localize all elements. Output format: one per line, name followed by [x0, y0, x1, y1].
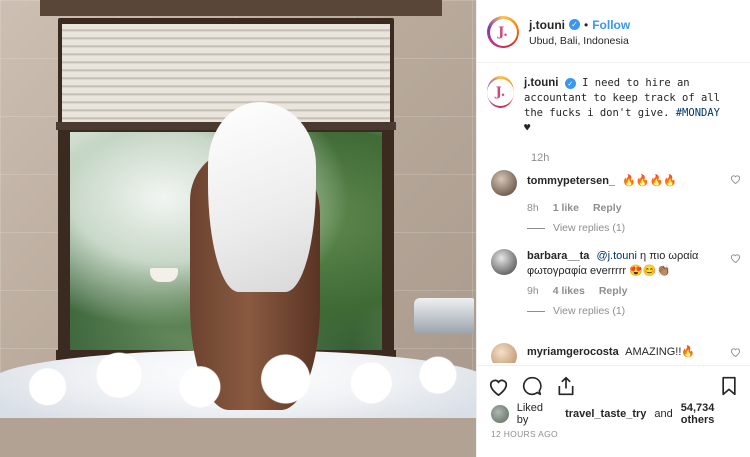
curtain-rod: [40, 0, 442, 16]
follow-button[interactable]: Follow: [592, 18, 630, 32]
caption-text: j.touni ✓ I need to hire an accountant t…: [524, 76, 743, 136]
action-bar: [487, 374, 740, 398]
comment-row: barbara__ta @j.touni η πιο ωραία φωτογρα…: [491, 249, 741, 279]
commenter-username[interactable]: myriamgerocosta: [527, 346, 619, 358]
heart-icon[interactable]: [487, 375, 509, 397]
separator-dot: •: [584, 17, 589, 32]
hair-towel: [208, 102, 316, 292]
liker-avatar[interactable]: [491, 405, 509, 423]
comment: myriamgerocosta AMAZING!!🔥: [491, 343, 741, 363]
actions-divider: [477, 365, 750, 366]
verified-badge-icon: ✓: [564, 78, 576, 89]
view-replies-line: [527, 310, 545, 312]
comment-age: 9h: [527, 285, 539, 297]
post-timestamp: 12 HOURS AGO: [491, 429, 558, 439]
commenter-username[interactable]: tommypetersen_: [527, 175, 615, 187]
liked-prefix: Liked by: [516, 402, 544, 426]
reply-button[interactable]: Reply: [593, 202, 622, 214]
comment-likes[interactable]: 1 like: [553, 202, 579, 214]
comment-likes[interactable]: 4 likes: [553, 285, 585, 297]
commenter-avatar[interactable]: [491, 249, 517, 275]
window-blinds: [62, 24, 390, 126]
caption-avatar[interactable]: J.: [487, 76, 514, 108]
heart-icon[interactable]: [729, 174, 741, 187]
comment-text: AMAZING!!🔥: [625, 346, 696, 358]
comment-age: 8h: [527, 202, 539, 214]
bookmark-icon[interactable]: [718, 375, 740, 397]
heart-icon[interactable]: [729, 253, 741, 266]
view-replies-label: View replies (1): [553, 305, 626, 317]
header-divider: [477, 62, 750, 63]
post-photo[interactable]: [0, 0, 476, 457]
post-header: J. j.touni ✓ • Follow Ubud, Bali, Indone…: [487, 12, 740, 52]
comment-row: tommypetersen_ 🔥🔥🔥🔥: [491, 170, 741, 196]
commenter-avatar[interactable]: [491, 343, 517, 363]
caption-age: 12h: [531, 152, 550, 164]
comment-icon[interactable]: [521, 375, 543, 397]
comment-mention[interactable]: @j.touni: [596, 250, 637, 262]
header-row: j.touni ✓ • Follow: [529, 18, 630, 32]
instagram-post: J. j.touni ✓ • Follow Ubud, Bali, Indone…: [0, 0, 750, 457]
comment-body: tommypetersen_ 🔥🔥🔥🔥: [527, 174, 719, 189]
liked-count[interactable]: 54,734 others: [681, 402, 750, 426]
comment-meta: 8h 1 like Reply: [527, 202, 741, 214]
author-username[interactable]: j.touni: [529, 18, 565, 32]
bath-faucet: [414, 298, 474, 334]
commenter-avatar[interactable]: [491, 170, 517, 196]
view-replies-label: View replies (1): [553, 222, 626, 234]
tub-base: [0, 418, 476, 457]
share-icon[interactable]: [555, 375, 577, 397]
post-caption: J. j.touni ✓ I need to hire an accountan…: [487, 76, 743, 136]
comment-body: myriamgerocosta AMAZING!!🔥: [527, 345, 719, 360]
post-sidebar: J. j.touni ✓ • Follow Ubud, Bali, Indone…: [476, 0, 750, 457]
bath-foam: [0, 340, 476, 418]
reply-button[interactable]: Reply: [599, 285, 628, 297]
view-replies-button[interactable]: View replies (1): [527, 222, 741, 234]
caption-heart-icon: ♥: [524, 122, 531, 134]
liked-user[interactable]: travel_taste_try: [565, 408, 646, 420]
caption-username[interactable]: j.touni: [524, 77, 559, 89]
tea-cup: [150, 268, 178, 282]
comment-row: myriamgerocosta AMAZING!!🔥: [491, 343, 741, 363]
comment-body: barbara__ta @j.touni η πιο ωραία φωτογρα…: [527, 249, 719, 279]
commenter-username[interactable]: barbara__ta: [527, 250, 589, 262]
liked-and: and: [654, 408, 673, 420]
avatar-letter: J.: [489, 18, 517, 46]
comment: barbara__ta @j.touni η πιο ωραία φωτογρα…: [491, 249, 741, 317]
view-replies-line: [527, 227, 545, 229]
verified-badge-icon: ✓: [569, 19, 580, 30]
heart-icon[interactable]: [729, 347, 741, 360]
likes-summary: Liked by travel_taste_try and 54,734 oth…: [491, 402, 750, 426]
caption-hashtag[interactable]: #MONDAY: [676, 107, 720, 119]
avatar-letter: J.: [487, 78, 514, 106]
comment: tommypetersen_ 🔥🔥🔥🔥 8h 1 like Reply View…: [491, 170, 741, 234]
post-location[interactable]: Ubud, Bali, Indonesia: [529, 35, 630, 47]
header-text: j.touni ✓ • Follow Ubud, Bali, Indonesia: [529, 18, 630, 47]
view-replies-button[interactable]: View replies (1): [527, 305, 741, 317]
author-avatar[interactable]: J.: [487, 16, 519, 48]
comment-meta: 9h 4 likes Reply: [527, 285, 741, 297]
comment-text: 🔥🔥🔥🔥: [622, 175, 677, 187]
